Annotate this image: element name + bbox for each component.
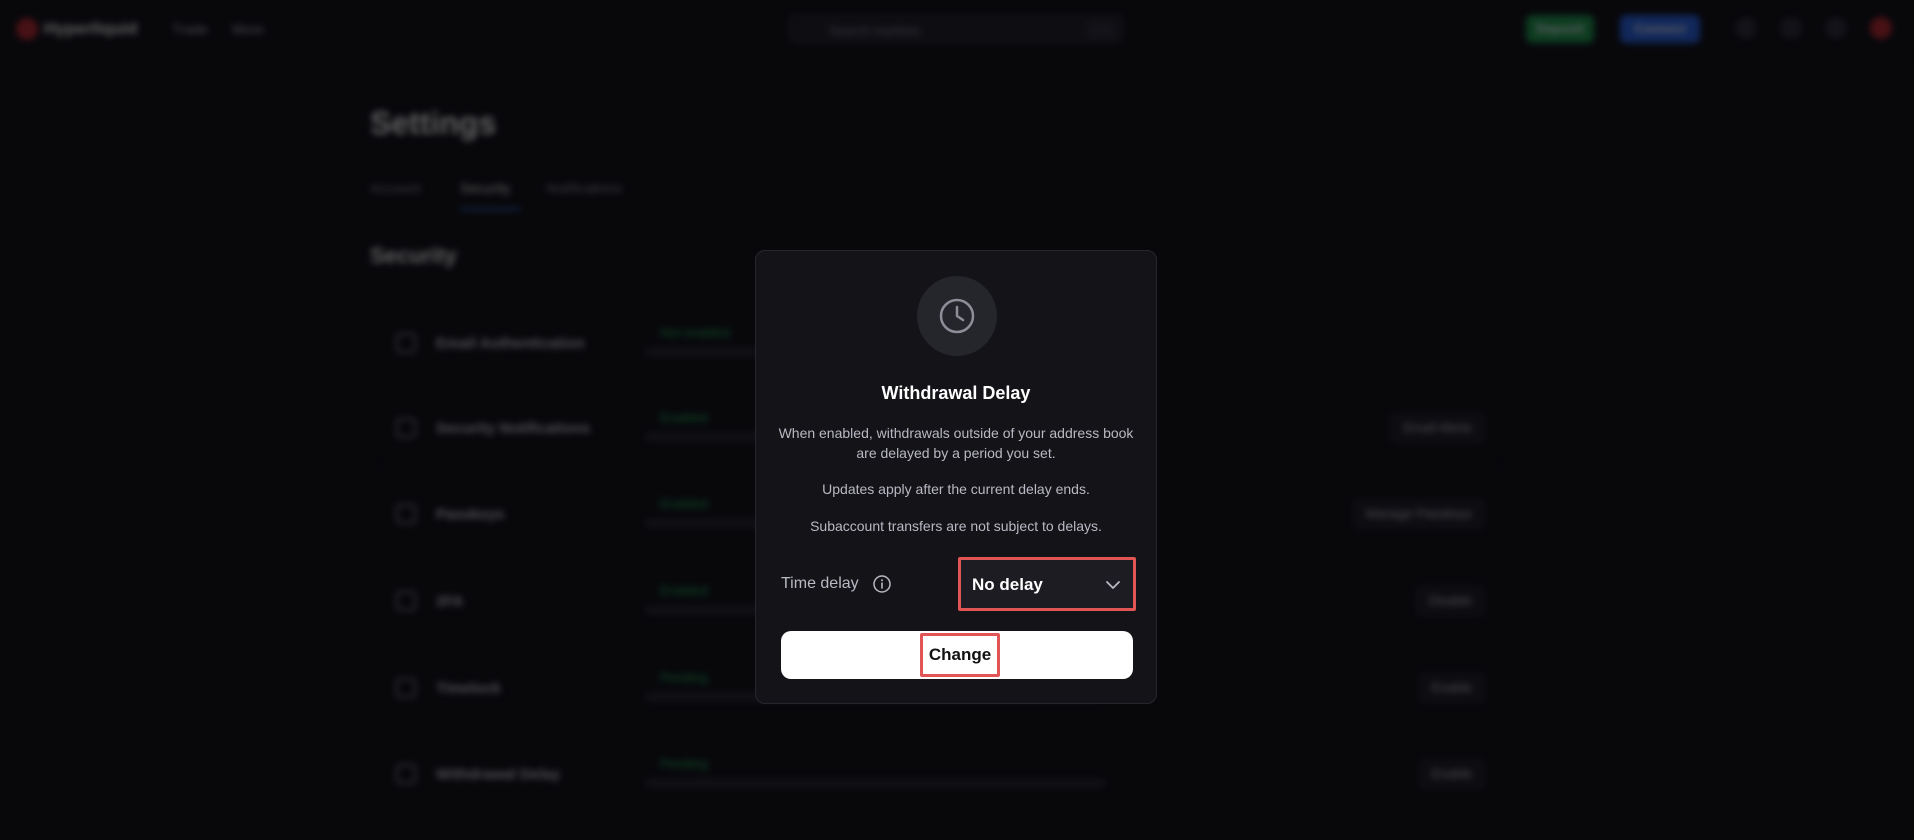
info-icon[interactable] [872, 574, 892, 594]
time-delay-label: Time delay [781, 575, 859, 592]
dialog-description: When enabled, withdrawals outside of you… [778, 425, 1134, 461]
chevron-down-icon [1106, 581, 1120, 589]
change-button[interactable]: Change [781, 631, 1133, 679]
dialog-title: Withdrawal Delay [881, 383, 1031, 403]
dialog-note-subaccounts: Subaccount transfers are not subject to … [810, 518, 1102, 534]
withdrawal-delay-dialog: Withdrawal Delay When enabled, withdrawa… [755, 250, 1157, 704]
clock-badge [917, 276, 997, 356]
dialog-note-updates: Updates apply after the current delay en… [822, 481, 1090, 497]
time-delay-value: No delay [972, 575, 1043, 594]
time-delay-select[interactable]: No delay [958, 557, 1136, 611]
change-button-label: Change [920, 633, 1000, 677]
clock-icon [939, 298, 975, 334]
